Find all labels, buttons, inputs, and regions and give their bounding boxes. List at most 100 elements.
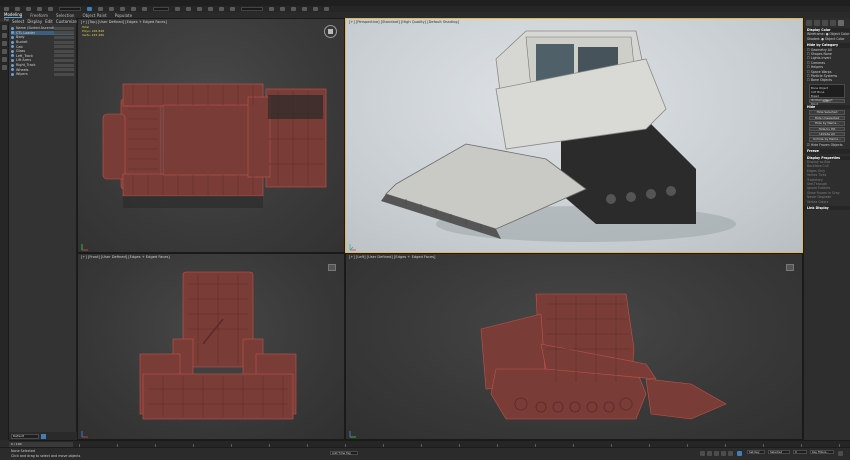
visibility-icon[interactable] <box>11 31 14 35</box>
motion-tab-icon[interactable] <box>830 20 836 26</box>
select-by-name-icon[interactable] <box>98 7 103 11</box>
undo-icon[interactable] <box>4 7 9 11</box>
menu-customize[interactable]: Customize <box>56 19 77 24</box>
key-filters-button[interactable]: Key Filters... <box>810 450 834 454</box>
viewport-left[interactable]: [+] [Left] [User Defined] [Edges + Edged… <box>345 253 803 440</box>
wire-bucket-side <box>645 378 727 420</box>
pivot-icon[interactable] <box>175 7 180 11</box>
visibility-icon[interactable] <box>11 54 14 58</box>
hierarchy-tab-icon[interactable] <box>822 20 828 26</box>
layers-icon[interactable] <box>2 41 7 46</box>
bone-object-list[interactable]: Bone Object CAT Bone Biped IK Chain Object P… <box>809 83 845 106</box>
tab-populate[interactable]: Populate <box>115 13 132 18</box>
rollout-header[interactable]: Hide <box>804 105 850 110</box>
mirror-icon[interactable] <box>219 7 224 11</box>
filter-icon[interactable] <box>2 57 7 62</box>
align-icon[interactable] <box>230 7 235 11</box>
render-icon[interactable] <box>324 7 329 11</box>
command-panel-body: Display Color Wireframe: ● Object Color Sh… <box>804 28 850 211</box>
command-panel-option[interactable]: Shaded: ● Object Color <box>804 37 850 41</box>
auto-key-icon[interactable] <box>737 451 742 456</box>
loader-wireframe-left[interactable] <box>346 254 803 440</box>
command-panel-button[interactable]: Hide by Name... <box>809 121 845 126</box>
move-icon[interactable] <box>120 7 125 11</box>
timeline[interactable]: 0 / 100 <box>9 440 850 447</box>
bind-spacewarp-icon[interactable] <box>48 7 53 11</box>
current-frame-field[interactable]: 0 <box>793 450 807 454</box>
command-panel-button[interactable]: Unhide All <box>809 132 845 137</box>
menu-select[interactable]: Select <box>12 19 24 24</box>
tab-object-paint[interactable]: Object Paint <box>82 13 106 18</box>
visibility-icon[interactable] <box>11 68 14 72</box>
viewport-top[interactable]: [+] [Top] [User Defined] [Edges + Edged … <box>77 18 345 253</box>
menu-display[interactable]: Display <box>27 19 42 24</box>
time-config-icon[interactable] <box>838 451 843 456</box>
rotate-icon[interactable] <box>131 7 136 11</box>
viewport-front[interactable]: [+] [Front] [User Defined] [Edges + Edge… <box>77 253 345 440</box>
command-panel-option[interactable]: ☐ Bone Objects <box>804 78 850 82</box>
selection-filter-dropdown[interactable] <box>59 7 81 11</box>
display-filter-icon[interactable] <box>2 33 7 38</box>
command-panel-option[interactable]: ☑ Hide Frozen Objects <box>804 143 850 147</box>
set-key-button[interactable]: Set Key <box>747 450 765 454</box>
tab-selection[interactable]: Selection <box>56 13 74 18</box>
rollout-header[interactable]: Freeze <box>804 149 850 154</box>
select-object-icon[interactable] <box>87 7 92 11</box>
scene-tree-item[interactable]: Wipers <box>11 72 74 77</box>
visibility-icon[interactable] <box>11 35 14 39</box>
render-frame-icon[interactable] <box>313 7 318 11</box>
link-icon[interactable] <box>26 7 31 11</box>
play-icon[interactable] <box>714 451 719 456</box>
unlink-icon[interactable] <box>37 7 42 11</box>
display-tab-icon[interactable] <box>838 20 844 26</box>
command-panel-tabs <box>804 18 850 26</box>
go-to-end-icon[interactable] <box>728 451 733 456</box>
selection-region-icon[interactable] <box>109 7 114 11</box>
find-icon[interactable] <box>2 65 7 70</box>
create-tab-icon[interactable] <box>806 20 812 26</box>
visibility-icon[interactable] <box>11 58 14 62</box>
scene-tree-item-column <box>54 31 74 35</box>
loader-wireframe-top[interactable] <box>78 19 345 253</box>
visibility-icon[interactable] <box>11 49 14 53</box>
add-time-tag-button[interactable]: Add Time Tag <box>330 451 358 455</box>
create-icon[interactable] <box>2 25 7 30</box>
modify-tab-icon[interactable] <box>814 20 820 26</box>
snap-icon[interactable] <box>186 7 191 11</box>
tab-freeform[interactable]: Freeform <box>30 13 48 18</box>
loader-wireframe-front[interactable] <box>78 254 345 440</box>
hierarchy-icon[interactable] <box>2 49 7 54</box>
command-panel-button[interactable]: Unhide by Name... <box>809 137 845 142</box>
go-to-start-icon[interactable] <box>700 451 705 456</box>
command-panel-button[interactable]: Hide by Hit <box>809 126 845 132</box>
reference-coordinate-dropdown[interactable] <box>153 7 169 11</box>
named-selection-field[interactable] <box>241 7 263 11</box>
command-panel-option[interactable]: Vertex Colors <box>804 200 850 204</box>
next-frame-icon[interactable] <box>721 451 726 456</box>
rollout-header[interactable]: Link Display <box>804 205 850 211</box>
visibility-icon[interactable] <box>11 26 14 30</box>
layer-dropdown[interactable]: Default <box>11 433 39 439</box>
visibility-icon[interactable] <box>11 72 14 76</box>
curve-editor-icon[interactable] <box>269 7 274 11</box>
command-panel-button[interactable]: Hide Selected <box>809 110 845 115</box>
material-editor-icon[interactable] <box>291 7 296 11</box>
selected-dropdown[interactable]: Selected <box>768 450 790 454</box>
loader-render-perspective[interactable] <box>346 19 803 253</box>
render-setup-icon[interactable] <box>302 7 307 11</box>
menu-edit[interactable]: Edit <box>45 19 53 24</box>
visibility-icon[interactable] <box>11 40 14 44</box>
scale-icon[interactable] <box>142 7 147 11</box>
explorer-options-button[interactable] <box>41 433 46 439</box>
command-panel-button[interactable]: Hide Unselected <box>809 115 845 121</box>
viewport-perspective[interactable]: [+] [Perspective] [Standard] [High Quali… <box>345 18 803 253</box>
angle-snap-icon[interactable] <box>197 7 202 11</box>
visibility-icon[interactable] <box>11 45 14 49</box>
scene-tree-item-column <box>54 35 74 39</box>
previous-frame-icon[interactable] <box>707 451 712 456</box>
visibility-icon[interactable] <box>11 63 14 67</box>
percent-snap-icon[interactable] <box>208 7 213 11</box>
scene-tree-item-column <box>54 40 74 44</box>
schematic-view-icon[interactable] <box>280 7 285 11</box>
redo-icon[interactable] <box>15 7 20 11</box>
